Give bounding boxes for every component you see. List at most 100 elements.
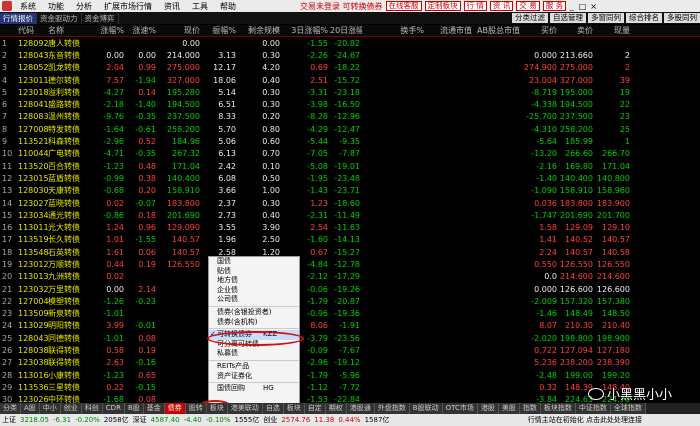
- news-button[interactable]: 资 讯: [489, 1, 514, 11]
- menu-news[interactable]: 资讯: [158, 1, 186, 12]
- menu-item[interactable]: 贴债: [209, 267, 299, 277]
- column-header[interactable]: 涨速%: [126, 25, 158, 36]
- column-header[interactable]: 代码: [18, 25, 48, 36]
- quote-button[interactable]: 行 情: [463, 1, 487, 11]
- table-row[interactable]: 5 123018 溢利转债 -4.27 0.14 195.280 5.14 0.30 -3.31…: [0, 86, 700, 98]
- menu-function[interactable]: 功能: [42, 1, 70, 12]
- ranking-button[interactable]: 综合排名: [626, 13, 662, 23]
- market-tab[interactable]: 科创: [81, 403, 103, 414]
- menu-item[interactable]: REITs产品: [209, 362, 299, 372]
- column-header[interactable]: 买价: [522, 25, 559, 36]
- online-service-button[interactable]: 在线客服: [385, 1, 422, 11]
- column-header[interactable]: 现价: [158, 25, 202, 36]
- column-header[interactable]: 20日涨幅%: [330, 25, 362, 36]
- column-header[interactable]: 3日涨幅%: [282, 25, 330, 36]
- table-row[interactable]: 3 128052 凯龙转债 2.04 0.99 275.000 12.17 4.20 0.69-…: [0, 62, 700, 74]
- column-header[interactable]: 换手%: [362, 25, 426, 36]
- menu-item[interactable]: 债券(含机构): [209, 318, 299, 328]
- menu-system[interactable]: 系统: [14, 1, 42, 12]
- table-row[interactable]: 7 128083 温州转债 -9.76 -0.35 237.500 8.33 0.20 -8.2…: [0, 111, 700, 123]
- menu-item[interactable]: 资产证券化: [209, 372, 299, 382]
- table-row[interactable]: 6 128041 盛路转债 -2.18 -1.40 194.500 6.51 0.30 -3.9…: [0, 98, 700, 110]
- close-icon[interactable]: ×: [588, 2, 599, 11]
- table-row[interactable]: 15 123034 通光转债 -0.86 0.18 201.690 2.73 0.40 -2.3…: [0, 209, 700, 221]
- tab-fund-game[interactable]: 资金博弈: [82, 12, 119, 24]
- maximize-icon[interactable]: □: [577, 2, 588, 11]
- market-tab[interactable]: CDR: [102, 403, 125, 414]
- table-row[interactable]: 18 113548 石英转债 1.61 0.06 140.57 2.58 1.20 0.67 -1…: [0, 246, 700, 258]
- market-tab[interactable]: 自定: [304, 403, 326, 414]
- menu-item[interactable]: 国债: [209, 257, 299, 267]
- table-row[interactable]: 20 113013 九洲转债 0.02 -2.12 -17.29 0.0 214.600 214…: [0, 271, 700, 283]
- table-row[interactable]: 27 123038 联得转债 2.63 -0.16 -2.96 -19.12 5.236 238…: [0, 357, 700, 369]
- menu-help[interactable]: 帮助: [214, 1, 242, 12]
- multi-stock-button[interactable]: 多股同列: [664, 13, 700, 23]
- trade-button[interactable]: 交 易: [516, 1, 540, 11]
- market-tab[interactable]: 港美联动: [227, 403, 263, 414]
- column-header[interactable]: AB股总市值: [474, 25, 522, 36]
- market-tab[interactable]: 分类: [0, 403, 21, 414]
- market-tab[interactable]: 期权: [325, 403, 347, 414]
- service-button[interactable]: 服 务: [542, 1, 567, 11]
- market-tab[interactable]: 基金: [143, 403, 165, 414]
- tab-fund-driver[interactable]: 资金驱动力: [37, 12, 82, 24]
- table-row[interactable]: 9 113521 科森转债 -2.96 0.52 184.96 5.06 0.60 -5.44 -…: [0, 135, 700, 147]
- market-tab[interactable]: 美股: [498, 403, 520, 414]
- market-tab[interactable]: 债券: [164, 403, 186, 414]
- column-header[interactable]: 流通市值: [426, 25, 474, 36]
- table-row[interactable]: 21 123032 万里转债 0.00 2.14 -0.06 -19.26 0.000 126.…: [0, 283, 700, 295]
- market-tab[interactable]: 创业: [60, 403, 82, 414]
- custom-sector-button[interactable]: 定制板块: [424, 1, 461, 11]
- market-tab[interactable]: 自选: [262, 403, 284, 414]
- column-header[interactable]: 名称: [48, 25, 92, 36]
- market-tab[interactable]: 中证指数: [575, 403, 611, 414]
- column-header[interactable]: 剩余规模: [238, 25, 282, 36]
- table-row[interactable]: 16 113011 光大转债 1.24 0.96 129.090 3.55 3.90 2.54-…: [0, 221, 700, 233]
- filter-button[interactable]: 分类过滤: [512, 13, 548, 23]
- table-row[interactable]: 4 123011 德尔转债 7.57 -1.94 327.000 18.06 0.40 2.51…: [0, 74, 700, 86]
- market-tab[interactable]: 板块指数: [540, 403, 576, 414]
- market-tab[interactable]: B股: [124, 403, 144, 414]
- table-row[interactable]: 25 128043 同德转债 -1.01 0.08 -3.79 -23.56 -2.020 19…: [0, 332, 700, 344]
- connection-status-message[interactable]: 行情主站在初始化 点击此处处理连接: [526, 415, 644, 425]
- watchlist-manage-button[interactable]: 自选管理: [550, 13, 586, 23]
- column-header[interactable]: 卖价: [559, 25, 595, 36]
- market-tab[interactable]: 指数: [519, 403, 541, 414]
- market-tab[interactable]: 股转: [185, 403, 207, 414]
- menu-item[interactable]: 私募债: [209, 349, 299, 359]
- table-row[interactable]: 22 127004 模塑转债 -1.26 -0.23 -1.79 -20.87 -2.009 1…: [0, 295, 700, 307]
- table-row[interactable]: 10 110044 广电转债 -4.71 -0.35 267.32 6.13 0.70 -7.0…: [0, 148, 700, 160]
- menu-item[interactable]: 债券(含银投资者): [209, 308, 299, 318]
- menu-tools[interactable]: 工具: [186, 1, 214, 12]
- table-row[interactable]: 11 113520 百合转债 -1.23 0.48 171.04 2.42 0.10 -5.08…: [0, 160, 700, 172]
- menu-item[interactable]: 公司债: [209, 295, 299, 305]
- market-tab[interactable]: 港股通: [346, 403, 375, 414]
- menu-item[interactable]: 地方债: [209, 276, 299, 286]
- table-row[interactable]: 26 128038 联得转债 0.58 0.19 -0.09 -7.67 0.722 127.0…: [0, 344, 700, 356]
- table-row[interactable]: 19123012万顺转债0.440.19126.5501.971.30-4.84…: [0, 258, 700, 270]
- column-header[interactable]: 现量: [595, 25, 632, 36]
- market-tab[interactable]: 全球指数: [610, 403, 646, 414]
- menu-extended-market[interactable]: 扩展市场行情: [98, 1, 158, 12]
- market-tab[interactable]: 板块: [283, 403, 305, 414]
- table-row[interactable]: 14 123027 蓝晓转债 0.02 -0.07 183.800 2.37 0.30 1.23…: [0, 197, 700, 209]
- table-row[interactable]: 24 113029 明阳转债 3.99 -0.01 8.06 -1.91 8.07 210.30…: [0, 320, 700, 332]
- market-tab[interactable]: B股联动: [409, 403, 443, 414]
- multi-window-button[interactable]: 多窗同列: [588, 13, 624, 23]
- table-row[interactable]: 12 123015 蓝盾转债 -0.99 0.38 140.400 6.08 0.50 -1.9…: [0, 172, 700, 184]
- table-row[interactable]: 13 128030 天康转债 -0.68 0.20 158.910 3.66 1.00 -1.4…: [0, 185, 700, 197]
- table-row[interactable]: 28 113016 小康转债 -1.23 0.65 -1.79 -5.96 -2.48 199.…: [0, 369, 700, 381]
- market-tab[interactable]: 港股: [477, 403, 499, 414]
- tab-quote-list[interactable]: 行情报价: [0, 12, 37, 24]
- table-row[interactable]: 1 128092 唐人转债 0.00 0.00 -1.55 -20.82: [0, 37, 700, 49]
- market-tab[interactable]: 外盘指数: [374, 403, 410, 414]
- table-row[interactable]: 23 113509 新泉转债 -1.01 -0.96 -19.36 -1.46 148.49 1…: [0, 308, 700, 320]
- table-row[interactable]: 8 127008 特发转债 -1.64 -0.61 258.200 5.70 0.80 -4.2…: [0, 123, 700, 135]
- column-header[interactable]: 振幅%: [202, 25, 238, 36]
- table-row[interactable]: 2 128043 东音转债 0.00 0.00 214.000 3.13 0.30 -2.26-…: [0, 49, 700, 61]
- menu-analysis[interactable]: 分析: [70, 1, 98, 12]
- column-header[interactable]: 涨幅%: [92, 25, 126, 36]
- market-tab[interactable]: A股: [21, 403, 40, 414]
- market-tab[interactable]: 板块: [206, 403, 228, 414]
- menu-item[interactable]: 企业债: [209, 286, 299, 296]
